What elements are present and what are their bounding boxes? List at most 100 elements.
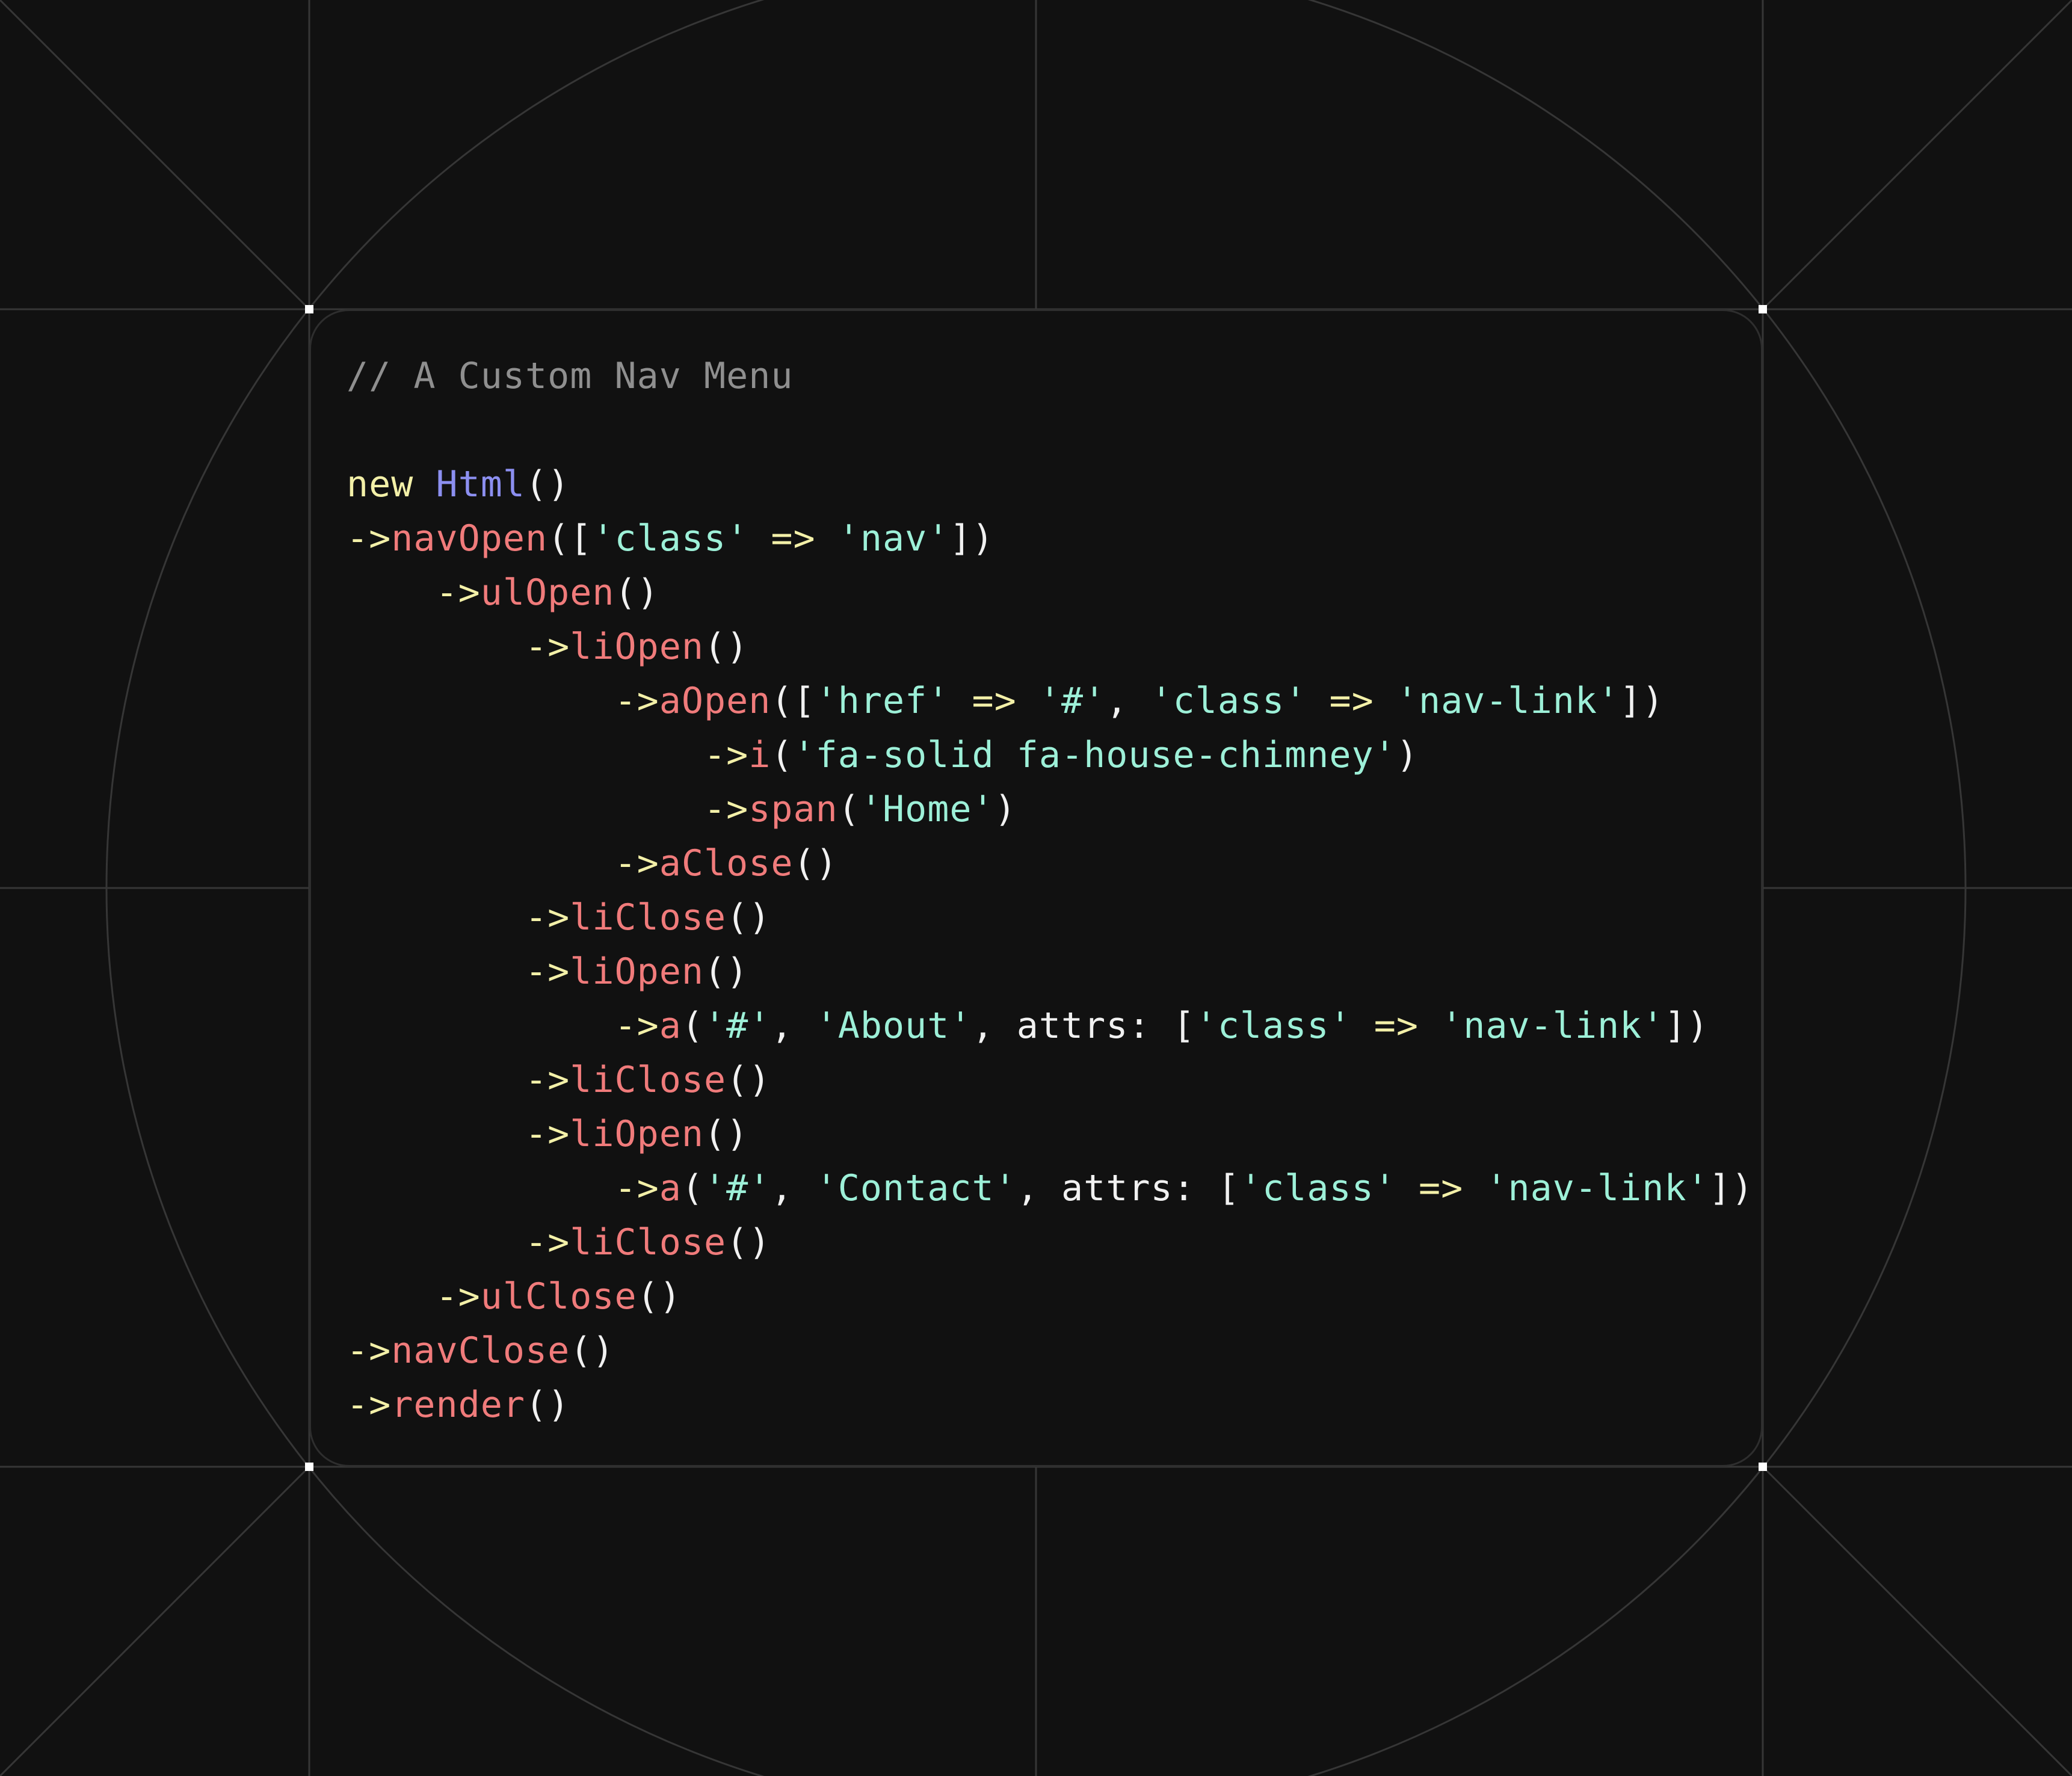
code-line: new Html() xyxy=(347,457,1754,511)
code-arrow-operator: -> xyxy=(525,951,570,993)
code-punctuation: () xyxy=(637,1275,682,1318)
code-fat-arrow-operator: => xyxy=(972,680,1017,722)
code-line: ->liClose() xyxy=(347,890,1754,945)
code-keyword: new xyxy=(347,463,414,505)
code-line: ->liOpen() xyxy=(347,620,1754,674)
code-punctuation: ]) xyxy=(1620,680,1665,722)
code-punctuation: () xyxy=(793,842,838,884)
code-method-name: navOpen xyxy=(391,517,548,560)
code-string: 'Contact' xyxy=(815,1167,1017,1209)
code-punctuation xyxy=(1396,1167,1419,1209)
code-arrow-operator: -> xyxy=(436,572,481,614)
code-line: ->render() xyxy=(347,1378,1754,1432)
code-method-name: span xyxy=(748,788,838,830)
code-punctuation: ( xyxy=(771,734,794,776)
code-arrow-operator: -> xyxy=(614,1167,659,1209)
code-punctuation: , xyxy=(771,1005,816,1047)
code-method-name: aOpen xyxy=(659,680,771,722)
code-line: ->liClose() xyxy=(347,1215,1754,1269)
code-punctuation: () xyxy=(525,463,570,505)
code-string: 'nav-link' xyxy=(1485,1167,1709,1209)
code-arrow-operator: -> xyxy=(525,1221,570,1263)
code-punctuation: ([ xyxy=(547,517,593,560)
code-line: ->a('#', 'Contact', attrs: ['class' => '… xyxy=(347,1161,1754,1215)
code-punctuation: ]) xyxy=(1709,1167,1754,1209)
code-arrow-operator: -> xyxy=(347,1384,392,1426)
code-punctuation: () xyxy=(726,896,771,939)
code-punctuation xyxy=(347,1221,525,1263)
code-method-name: i xyxy=(748,734,771,776)
code-punctuation xyxy=(347,842,614,884)
corner-marker xyxy=(1759,1463,1767,1471)
code-arrow-operator: -> xyxy=(347,1330,392,1372)
code-method-name: navClose xyxy=(391,1330,570,1372)
code-string: 'nav' xyxy=(837,517,950,560)
code-method-name: a xyxy=(659,1005,682,1047)
code-punctuation xyxy=(1463,1167,1485,1209)
code-punctuation: , xyxy=(972,1005,1017,1047)
code-punctuation xyxy=(347,788,704,830)
code-punctuation: , xyxy=(1106,680,1151,722)
code-punctuation xyxy=(1374,680,1396,722)
code-punctuation: ) xyxy=(1396,734,1419,776)
code-comment: // A Custom Nav Menu xyxy=(347,355,794,397)
code-punctuation: () xyxy=(703,626,749,668)
code-named-argument: attrs: xyxy=(1016,1005,1151,1047)
code-method-name: liClose xyxy=(570,1059,727,1101)
code-line: ->ulClose() xyxy=(347,1269,1754,1324)
code-punctuation: () xyxy=(726,1221,771,1263)
corner-marker xyxy=(1759,305,1767,313)
code-punctuation xyxy=(347,572,436,614)
code-punctuation: , xyxy=(1016,1167,1061,1209)
code-line: ->aClose() xyxy=(347,836,1754,890)
code-named-argument: attrs: xyxy=(1061,1167,1195,1209)
code-punctuation xyxy=(347,1275,436,1318)
code-string: 'class' xyxy=(592,517,749,560)
code-arrow-operator: -> xyxy=(525,626,570,668)
code-punctuation: ([ xyxy=(771,680,816,722)
code-punctuation xyxy=(949,680,972,722)
code-punctuation: ) xyxy=(994,788,1017,830)
code-line: ->navClose() xyxy=(347,1324,1754,1378)
code-line: ->span('Home') xyxy=(347,782,1754,836)
code-arrow-operator: -> xyxy=(703,734,749,776)
code-punctuation xyxy=(347,680,614,722)
code-fat-arrow-operator: => xyxy=(1418,1167,1464,1209)
code-method-name: liOpen xyxy=(570,951,704,993)
code-string: '#' xyxy=(1038,680,1106,722)
code-punctuation xyxy=(1352,1005,1374,1047)
code-method-name: render xyxy=(391,1384,525,1426)
code-punctuation xyxy=(1017,680,1039,722)
code-method-name: a xyxy=(659,1167,682,1209)
code-line: ->a('#', 'About', attrs: ['class' => 'na… xyxy=(347,999,1754,1053)
code-method-name: ulClose xyxy=(480,1275,637,1318)
code-punctuation: ( xyxy=(681,1005,704,1047)
code-line: // A Custom Nav Menu xyxy=(347,349,1754,403)
code-string: 'class' xyxy=(1239,1167,1396,1209)
code-fat-arrow-operator: => xyxy=(1374,1005,1419,1047)
code-string: 'class' xyxy=(1150,680,1307,722)
code-punctuation: () xyxy=(570,1330,615,1372)
code-string: 'nav-link' xyxy=(1396,680,1620,722)
code-method-name: liClose xyxy=(570,1221,727,1263)
corner-marker xyxy=(305,305,313,313)
code-punctuation xyxy=(347,1113,525,1155)
code-punctuation xyxy=(347,1167,614,1209)
code-line: ->ulOpen() xyxy=(347,566,1754,620)
code-block: // A Custom Nav Menu new Html() ->navOpen(… xyxy=(347,349,1754,1432)
code-showcase-canvas: // A Custom Nav Menu new Html() ->navOpen(… xyxy=(0,0,2072,1776)
code-arrow-operator: -> xyxy=(703,788,749,830)
code-line: ->aOpen(['href' => '#', 'class' => 'nav-… xyxy=(347,674,1754,728)
code-method-name: liOpen xyxy=(570,1113,704,1155)
code-line: ->liOpen() xyxy=(347,1107,1754,1161)
code-string: 'nav-link' xyxy=(1441,1005,1665,1047)
code-punctuation xyxy=(816,517,838,560)
code-punctuation xyxy=(347,626,525,668)
code-string: '#' xyxy=(703,1167,771,1209)
code-method-name: liClose xyxy=(570,896,727,939)
code-arrow-operator: -> xyxy=(525,1059,570,1101)
code-punctuation: () xyxy=(525,1384,570,1426)
code-string: 'class' xyxy=(1195,1005,1352,1047)
code-punctuation xyxy=(347,1059,525,1101)
code-line: ->navOpen(['class' => 'nav']) xyxy=(347,511,1754,566)
